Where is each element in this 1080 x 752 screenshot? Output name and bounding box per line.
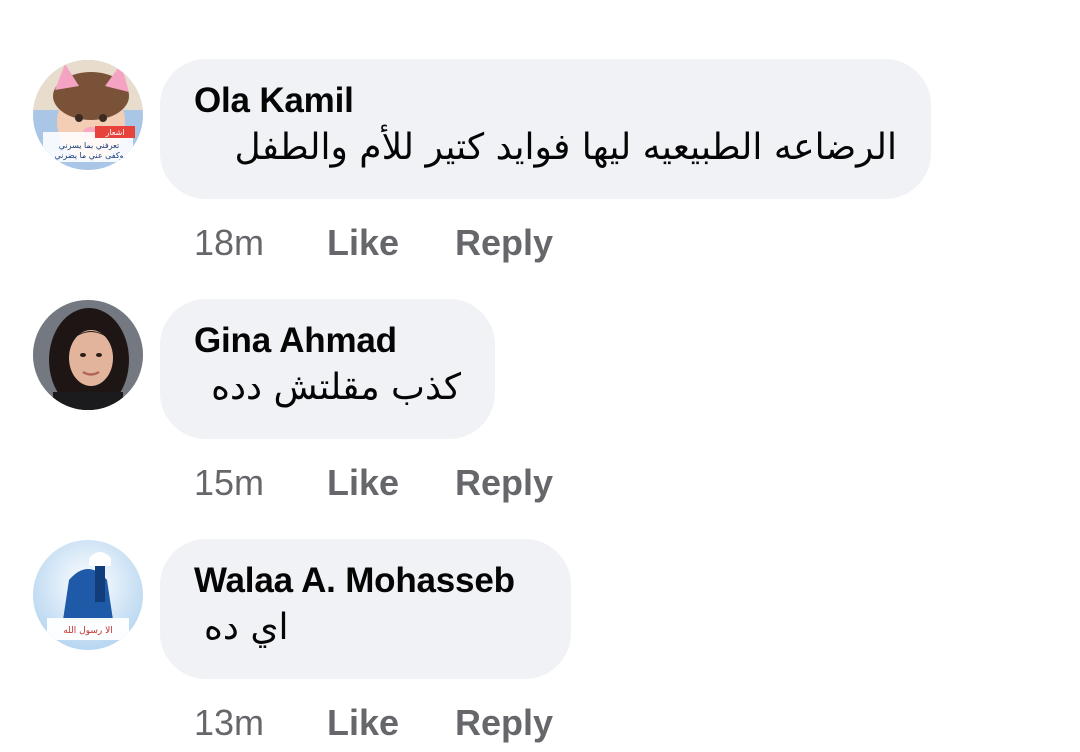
like-button[interactable]: Like xyxy=(327,462,399,504)
comment-bubble: Ola Kamil الرضاعه الطبيعيه ليها فوايد كت… xyxy=(160,59,931,199)
avatar-image-ola: اشعار تعرفني بما يسرني وكفى عني ما يضرني xyxy=(33,60,143,170)
avatar-caption-line2: وكفى عني ما يضرني xyxy=(54,151,123,160)
like-button[interactable]: Like xyxy=(327,222,399,264)
reply-button[interactable]: Reply xyxy=(455,462,553,504)
avatar-image-walaa: الا رسول الله xyxy=(33,540,143,650)
reply-button[interactable]: Reply xyxy=(455,702,553,744)
comment-author[interactable]: Walaa A. Mohasseb xyxy=(194,561,515,601)
comment-bubble: Walaa A. Mohasseb اي ده xyxy=(160,539,571,679)
comment-text: كذب مقلتش دده xyxy=(211,367,461,408)
reply-button[interactable]: Reply xyxy=(455,222,553,264)
avatar-badge-text: اشعار xyxy=(104,128,124,137)
comment-author[interactable]: Gina Ahmad xyxy=(194,321,397,361)
avatar-caption-line1: تعرفني بما يسرني xyxy=(59,141,119,150)
avatar-banner-text: الا رسول الله xyxy=(63,626,112,636)
comment-bubble: Gina Ahmad كذب مقلتش دده xyxy=(160,299,495,439)
comment-text: الرضاعه الطبيعيه ليها فوايد كتير للأم وا… xyxy=(234,127,897,168)
like-button[interactable]: Like xyxy=(327,702,399,744)
comment-timestamp[interactable]: 15m xyxy=(194,462,264,504)
avatar[interactable] xyxy=(33,300,143,410)
comment-timestamp[interactable]: 18m xyxy=(194,222,264,264)
comment-text: اي ده xyxy=(204,607,289,648)
comment-timestamp[interactable]: 13m xyxy=(194,702,264,744)
comment-author[interactable]: Ola Kamil xyxy=(194,81,354,121)
avatar[interactable]: اشعار تعرفني بما يسرني وكفى عني ما يضرني xyxy=(33,60,143,170)
avatar[interactable]: الا رسول الله xyxy=(33,540,143,650)
avatar-image-gina xyxy=(33,300,143,410)
